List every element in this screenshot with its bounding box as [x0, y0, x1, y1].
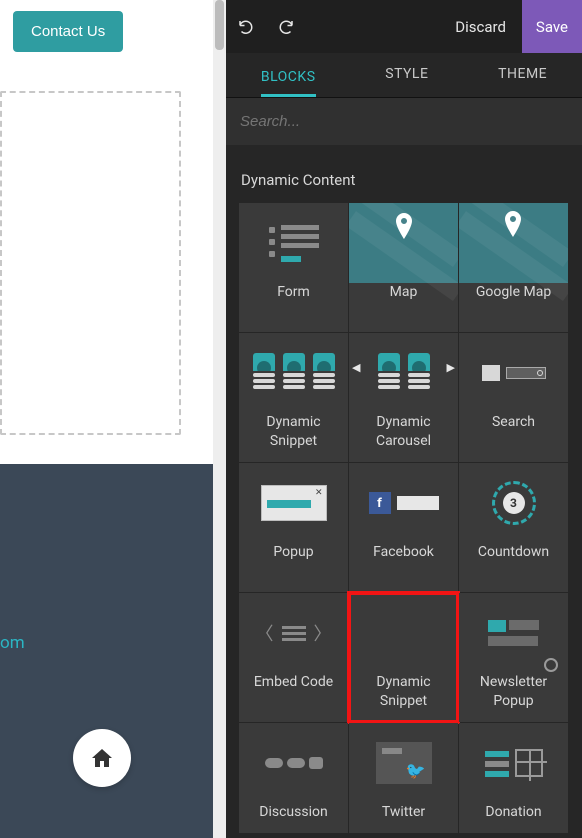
block-label: Countdown [474, 543, 553, 562]
discussion-icon [239, 723, 348, 803]
block-label: Donation [481, 803, 545, 822]
block-label: Newsletter Popup [459, 673, 568, 711]
block-dynamic-carousel[interactable]: ◀▶ Dynamic Carousel [349, 333, 458, 462]
dynamic-snippet-icon [349, 593, 458, 673]
block-newsletter-popup[interactable]: Newsletter Popup [459, 593, 568, 722]
donation-icon [459, 723, 568, 803]
editor-tabs: BLOCKS STYLE THEME [226, 53, 582, 98]
footer-link-fragment[interactable]: om [0, 633, 25, 653]
block-search [226, 98, 582, 145]
block-popup[interactable]: ✕ Popup [239, 463, 348, 592]
block-search[interactable]: Search [459, 333, 568, 462]
block-countdown[interactable]: 3 Countdown [459, 463, 568, 592]
newsletter-popup-icon [459, 593, 568, 673]
section-title: Dynamic Content [241, 171, 569, 189]
block-label: Twitter [378, 803, 429, 822]
redo-icon [277, 18, 295, 36]
block-form[interactable]: Form [239, 203, 348, 332]
dynamic-snippet-icon [239, 333, 348, 413]
embed-code-icon: 〈〉 [239, 593, 348, 673]
block-label: Form [273, 283, 314, 302]
block-label: Popup [269, 543, 317, 562]
block-dynamic-snippet-2[interactable]: Dynamic Snippet [349, 593, 458, 722]
block-embed-code[interactable]: 〈〉 Embed Code [239, 593, 348, 722]
undo-button[interactable] [226, 0, 266, 53]
contact-us-button[interactable]: Contact Us [13, 11, 123, 52]
page-preview: Contact Us om [0, 0, 226, 838]
preview-scrollbar[interactable] [213, 0, 226, 838]
twitter-icon: 🐦 [349, 723, 458, 803]
editor-topbar: Discard Save [226, 0, 582, 53]
tab-style[interactable]: STYLE [385, 66, 428, 84]
block-label: Facebook [369, 543, 438, 562]
preview-scrollbar-thumb[interactable] [215, 0, 224, 50]
map-icon [349, 203, 458, 283]
undo-icon [237, 18, 255, 36]
home-icon [92, 749, 112, 767]
block-label: Search [488, 413, 539, 432]
snippet-dropzone[interactable] [0, 91, 181, 435]
search-input[interactable] [240, 113, 568, 130]
block-label: Dynamic Snippet [349, 673, 458, 711]
block-facebook[interactable]: f Facebook [349, 463, 458, 592]
save-button[interactable]: Save [522, 0, 582, 53]
blocks-panel-body: Dynamic Content Form Map [226, 145, 582, 838]
dynamic-carousel-icon [349, 333, 458, 413]
block-discussion[interactable]: Discussion [239, 723, 348, 833]
home-fab[interactable] [73, 729, 131, 787]
page-footer: om [0, 464, 213, 838]
editor-panel: Discard Save BLOCKS STYLE THEME Dynamic … [226, 0, 582, 838]
block-map[interactable]: Map [349, 203, 458, 332]
countdown-icon: 3 [459, 463, 568, 543]
tab-theme[interactable]: THEME [498, 66, 547, 84]
pin-icon [503, 211, 523, 237]
discard-button[interactable]: Discard [439, 0, 522, 53]
redo-button[interactable] [266, 0, 306, 53]
pin-icon [394, 213, 414, 239]
block-dynamic-snippet[interactable]: Dynamic Snippet [239, 333, 348, 462]
block-label: Dynamic Carousel [349, 413, 458, 451]
block-donation[interactable]: Donation [459, 723, 568, 833]
map-icon [459, 203, 568, 283]
popup-icon: ✕ [239, 463, 348, 543]
block-label: Discussion [255, 803, 331, 822]
block-label: Embed Code [250, 673, 337, 692]
search-block-icon [459, 333, 568, 413]
tab-blocks[interactable]: BLOCKS [261, 66, 316, 97]
block-google-map[interactable]: Google Map [459, 203, 568, 332]
block-label: Map [386, 283, 422, 302]
facebook-icon: f [349, 463, 458, 543]
form-icon [239, 203, 348, 283]
block-label: Dynamic Snippet [239, 413, 348, 451]
block-twitter[interactable]: 🐦 Twitter [349, 723, 458, 833]
block-grid-row5: Discussion 🐦 Twitter Donation [239, 723, 569, 833]
block-grid: Form Map Google Map [239, 203, 569, 722]
